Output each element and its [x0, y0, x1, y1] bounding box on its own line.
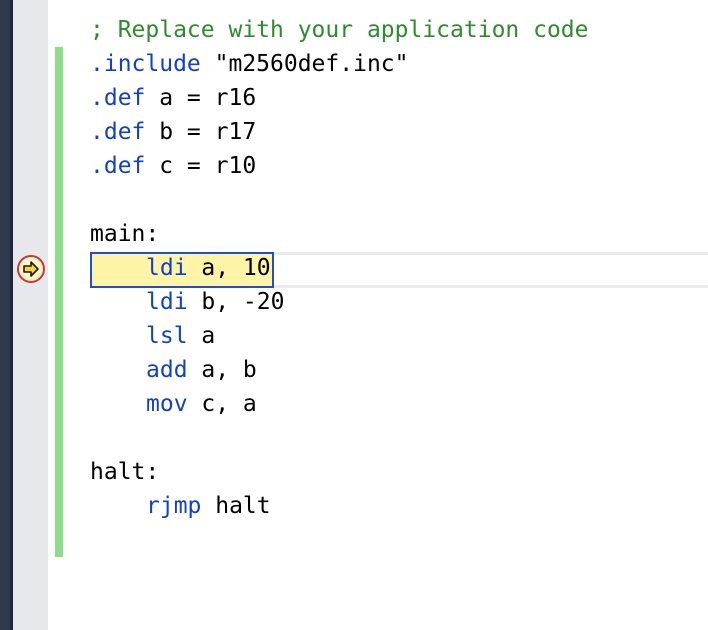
instruction-operands: a, b — [187, 357, 257, 383]
code-line-6[interactable] — [90, 183, 589, 217]
code-line-14[interactable]: halt: — [90, 455, 589, 489]
instruction-mnemonic: mov — [146, 391, 188, 417]
label-text: main: — [90, 221, 160, 247]
code-line-13[interactable] — [90, 421, 589, 455]
code-line-9[interactable]: ldi b, -20 — [90, 285, 589, 319]
instruction-mnemonic: rjmp — [146, 493, 202, 519]
code-line-12[interactable]: mov c, a — [90, 387, 589, 421]
code-line-2[interactable]: .include "m2560def.inc" — [90, 47, 589, 81]
label-text: halt: — [90, 459, 160, 485]
code-line-11[interactable]: add a, b — [90, 353, 589, 387]
directive-args: c = r10 — [145, 153, 257, 179]
code-editor[interactable]: ; Replace with your application code .inc… — [90, 13, 589, 523]
instruction-operands: a, 10 — [187, 255, 271, 281]
code-line-3[interactable]: .def a = r16 — [90, 81, 589, 115]
directive-keyword: .def — [90, 85, 146, 111]
directive-keyword: .include — [90, 51, 201, 77]
instruction-operands: b, -20 — [187, 289, 285, 315]
arrow-right-icon — [23, 261, 39, 277]
current-instruction-arrow-icon[interactable] — [17, 255, 45, 283]
indicator-margin[interactable] — [13, 0, 48, 630]
code-line-1[interactable]: ; Replace with your application code — [90, 13, 589, 47]
instruction-operands: halt — [201, 493, 271, 519]
directive-args: b = r17 — [145, 119, 257, 145]
directive-keyword: .def — [90, 153, 146, 179]
code-line-5[interactable]: .def c = r10 — [90, 149, 589, 183]
code-line-15[interactable]: rjmp halt — [90, 489, 589, 523]
directive-args: a = r16 — [145, 85, 257, 111]
instruction-mnemonic: ldi — [146, 289, 188, 315]
code-line-8[interactable]: ldi a, 10 — [90, 251, 589, 285]
code-line-10[interactable]: lsl a — [90, 319, 589, 353]
code-line-4[interactable]: .def b = r17 — [90, 115, 589, 149]
instruction-operands: a — [187, 323, 216, 349]
change-tracking-bar — [55, 47, 63, 557]
instruction-mnemonic: ldi — [146, 255, 188, 281]
instruction-mnemonic: lsl — [146, 323, 188, 349]
directive-args: "m2560def.inc" — [200, 51, 409, 77]
window-edge — [0, 0, 10, 630]
code-line-7[interactable]: main: — [90, 217, 589, 251]
instruction-mnemonic: add — [146, 357, 188, 383]
comment-text: ; Replace with your application code — [90, 17, 589, 43]
instruction-operands: c, a — [187, 391, 257, 417]
directive-keyword: .def — [90, 119, 146, 145]
